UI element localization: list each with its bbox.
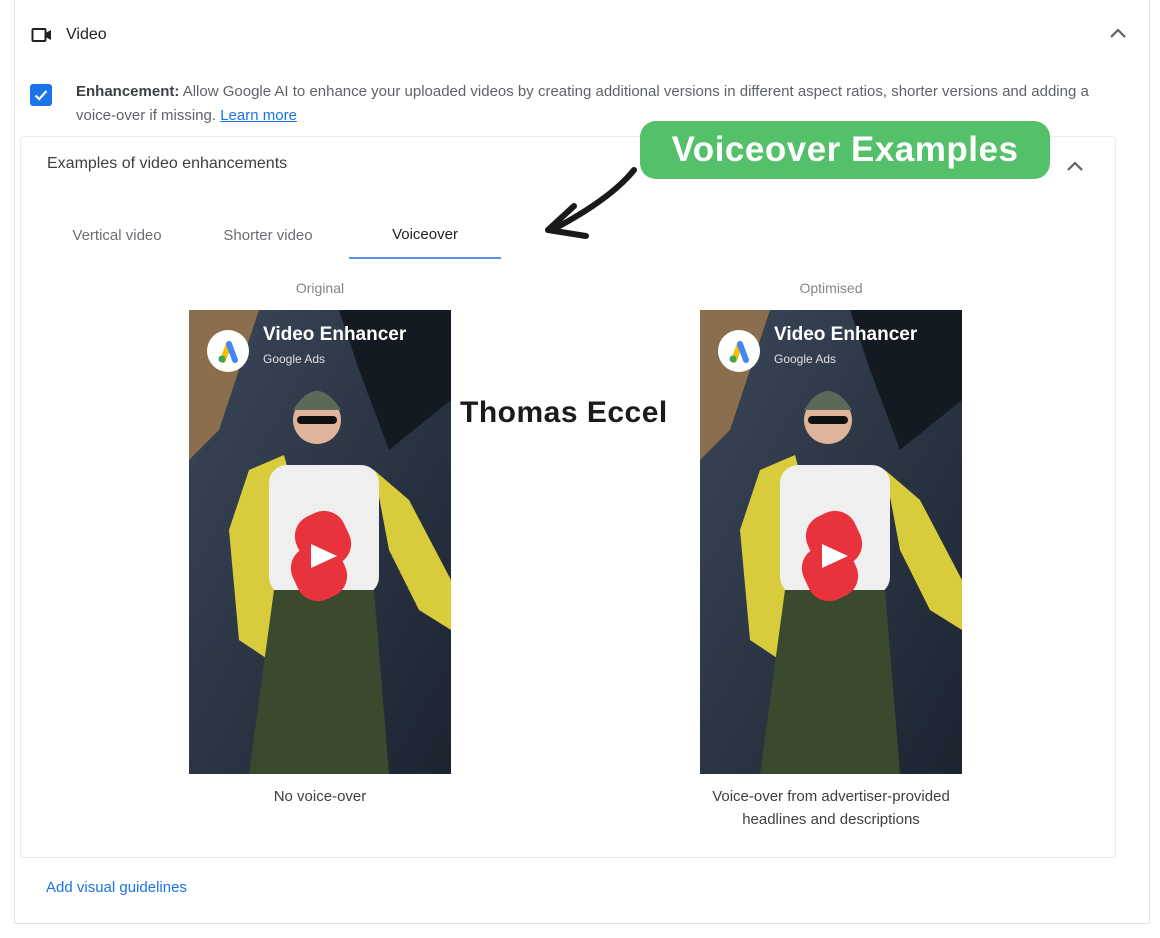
google-ads-logo-icon [207, 330, 249, 372]
checkmark-icon [34, 90, 48, 101]
original-video-thumbnail[interactable]: Video Enhancer Google Ads [189, 310, 451, 774]
thumbnail-title: Video Enhancer [263, 324, 407, 345]
tab-shorter-video[interactable]: Shorter video [187, 211, 349, 259]
youtube-shorts-play-icon[interactable] [279, 510, 363, 602]
chevron-up-icon[interactable] [1063, 155, 1087, 179]
original-caption-line1: No voice-over [273, 788, 367, 805]
original-label: Original [295, 280, 345, 296]
author-watermark: Thomas Eccel [460, 396, 668, 429]
enhancement-label: Enhancement: [76, 83, 180, 100]
video-camera-icon [30, 23, 54, 47]
add-visual-guidelines-link[interactable]: Add visual guidelines [46, 879, 187, 896]
thumbnail-subtitle: Google Ads [263, 352, 326, 366]
optimised-caption-line1: Voice-over from advertiser-provided [712, 788, 950, 805]
learn-more-link[interactable]: Learn more [220, 107, 297, 124]
video-section-title: Video [66, 26, 107, 43]
chevron-up-icon[interactable] [1106, 22, 1130, 46]
enhancement-tabs: Vertical video Shorter video Voiceover [47, 211, 501, 259]
voiceover-callout: Voiceover Examples [640, 121, 1050, 179]
thumbnail-title: Video Enhancer [774, 324, 918, 345]
optimised-caption: Voice-over from advertiser-provided head… [681, 785, 981, 831]
original-caption: No voice-over [170, 785, 470, 808]
tab-voiceover[interactable]: Voiceover [349, 211, 501, 259]
google-ads-logo-icon [718, 330, 760, 372]
optimised-video-thumbnail[interactable]: Video Enhancer Google Ads [700, 310, 962, 774]
enhancement-checkbox[interactable] [30, 84, 52, 106]
video-section-header[interactable]: Video [30, 20, 107, 50]
optimised-caption-line2: headlines and descriptions [742, 811, 920, 828]
hand-drawn-arrow-icon [530, 160, 650, 250]
examples-title: Examples of video enhancements [47, 155, 288, 172]
thumbnail-subtitle: Google Ads [774, 352, 837, 366]
tab-vertical-video[interactable]: Vertical video [47, 211, 187, 259]
youtube-shorts-play-icon[interactable] [790, 510, 874, 602]
optimised-label: Optimised [799, 280, 863, 296]
